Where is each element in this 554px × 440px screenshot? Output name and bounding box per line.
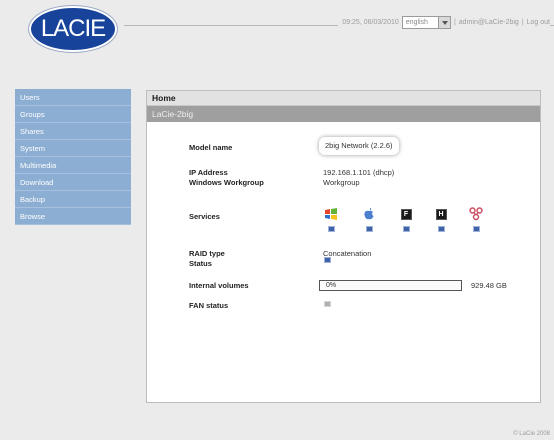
language-value: english (405, 18, 428, 26)
separator: | (453, 18, 456, 26)
service-http[interactable]: H (433, 207, 449, 237)
sidebar: Users Groups Shares System Multimedia Do… (15, 89, 131, 225)
workgroup-label: Windows Workgroup (189, 178, 264, 187)
service-windows[interactable] (323, 207, 339, 237)
workgroup-value: Workgroup (323, 178, 360, 187)
datetime: 09:25, 06/03/2010 (342, 18, 399, 26)
windows-icon (324, 207, 338, 221)
service-status-indicator (327, 226, 335, 232)
ip-address-label: IP Address (189, 168, 228, 177)
fan-status-indicator (324, 301, 331, 307)
service-apple[interactable] (361, 207, 377, 237)
service-upnp[interactable] (468, 207, 484, 237)
sidebar-item-backup[interactable]: Backup (15, 191, 131, 208)
top-bar: 09:25, 06/03/2010 english | admin@LaCie-… (338, 14, 550, 30)
ip-address-value: 192.168.1.101 (dhcp) (323, 168, 395, 177)
sidebar-item-multimedia[interactable]: Multimedia (15, 157, 131, 174)
http-icon: H (434, 207, 448, 221)
volume-usage-bar: 0% (319, 280, 462, 291)
raid-type-label: RAID type (189, 249, 225, 258)
apple-icon (362, 207, 376, 221)
status-indicator (324, 257, 331, 263)
volume-usage-percent: 0% (326, 282, 337, 289)
copyright: © LaCie 2008 (513, 431, 550, 437)
content-panel: Home LaCie-2big Model name 2big Network … (146, 90, 541, 403)
lacie-logo: LACIE (29, 6, 117, 52)
breadcrumb[interactable]: Home (147, 91, 540, 106)
logout-link[interactable]: Log out (527, 19, 550, 26)
volume-size: 929.48 GB (471, 281, 507, 290)
service-status-indicator (437, 226, 445, 232)
chevron-down-icon[interactable] (437, 16, 450, 28)
section-title: LaCie-2big (147, 106, 540, 122)
status-label: Status (189, 259, 212, 268)
separator: | (521, 18, 524, 26)
services-label: Services (189, 212, 220, 221)
internal-volumes-label: Internal volumes (189, 281, 249, 290)
sidebar-item-browse[interactable]: Browse (15, 208, 131, 225)
model-name-label: Model name (189, 143, 233, 152)
upnp-icon (469, 207, 483, 221)
service-ftp[interactable]: F (398, 207, 414, 237)
ftp-icon: F (399, 207, 413, 221)
logo-text: LACIE (40, 15, 106, 42)
sidebar-item-shares[interactable]: Shares (15, 123, 131, 140)
sidebar-item-groups[interactable]: Groups (15, 106, 131, 123)
model-name-value: 2big Network (2.2.6) (319, 137, 399, 155)
sidebar-item-system[interactable]: System (15, 140, 131, 157)
language-select[interactable]: english (401, 15, 451, 29)
sidebar-item-download[interactable]: Download (15, 174, 131, 191)
sidebar-item-users[interactable]: Users (15, 89, 131, 106)
service-status-indicator (472, 226, 480, 232)
service-status-indicator (365, 226, 373, 232)
current-user: admin@LaCie-2big (458, 18, 519, 26)
service-status-indicator (402, 226, 410, 232)
fan-status-label: FAN status (189, 301, 229, 310)
